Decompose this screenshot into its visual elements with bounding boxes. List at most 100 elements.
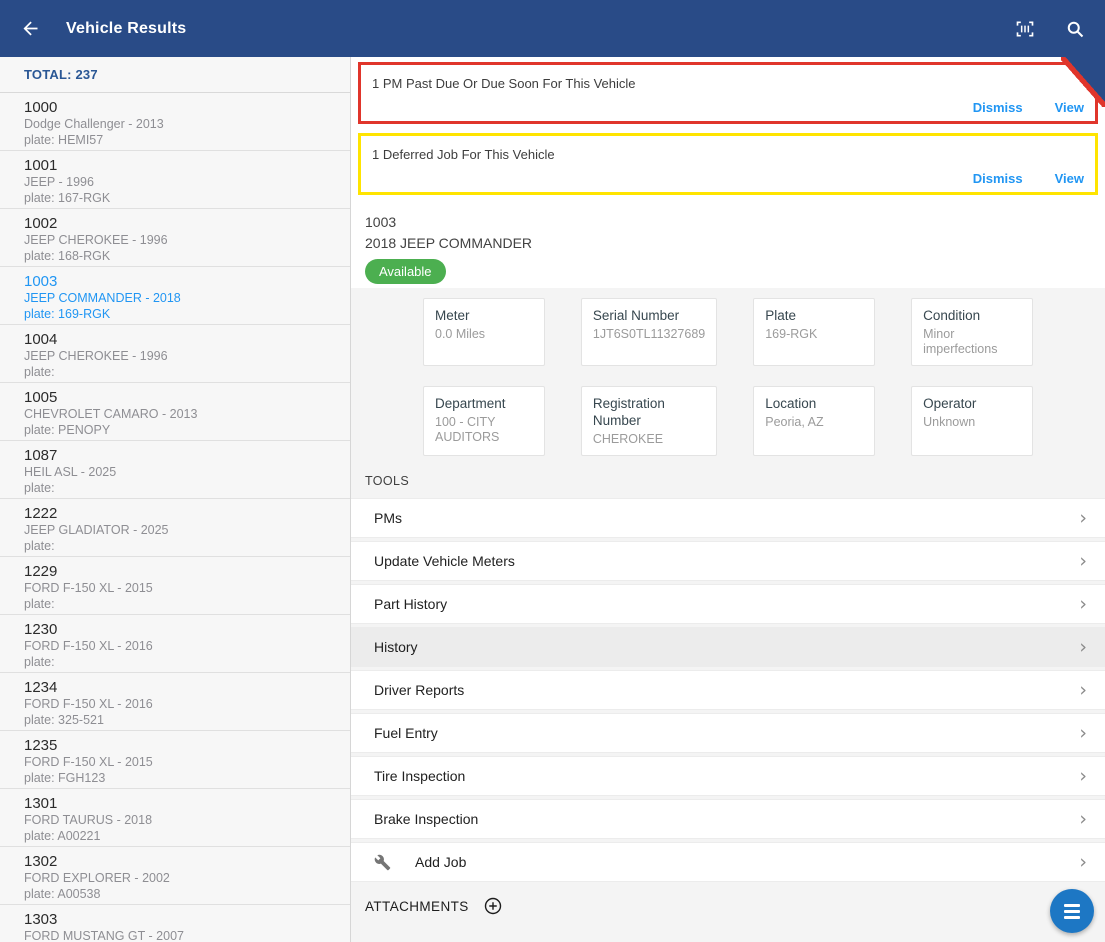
add-attachment-button[interactable] xyxy=(483,896,503,916)
list-item-1005[interactable]: 1005 CHEVROLET CAMARO - 2013 plate: PENO… xyxy=(0,383,350,441)
search-icon xyxy=(1067,21,1084,37)
detail-top-section: 1 PM Past Due Or Due Soon For This Vehic… xyxy=(351,57,1105,288)
tool-row-tire-inspection[interactable]: Tire Inspection xyxy=(351,756,1105,796)
tool-label: Add Job xyxy=(415,854,467,870)
list-item-1000[interactable]: 1000 Dodge Challenger - 2013 plate: HEMI… xyxy=(0,93,350,151)
vehicle-plate: plate: PENOPY xyxy=(24,423,111,437)
info-card-location: Location Peoria, AZ xyxy=(753,386,876,456)
tool-row-part-history[interactable]: Part History xyxy=(351,584,1105,624)
vehicle-plate: plate: A00221 xyxy=(24,829,101,843)
list-item-1229[interactable]: 1229 FORD F-150 XL - 2015 plate: xyxy=(0,557,350,615)
view-link[interactable]: View xyxy=(1055,171,1084,186)
vehicle-plate: plate: A00538 xyxy=(24,887,101,901)
vehicle-id: 1002 xyxy=(24,215,58,232)
vehicle-results-sidebar: TOTAL: 237 1000 Dodge Challenger - 2013 … xyxy=(0,57,351,942)
list-item-1003-selected[interactable]: 1003 JEEP COMMANDER - 2018 plate: 169-RG… xyxy=(0,267,350,325)
list-item-1087[interactable]: 1087 HEIL ASL - 2025 plate: xyxy=(0,441,350,499)
vehicle-desc: FORD F-150 XL - 2015 xyxy=(24,755,153,769)
plus-circle-icon xyxy=(484,897,501,915)
chevron-right-icon xyxy=(1079,767,1087,786)
status-badge: Available xyxy=(365,259,446,284)
list-item-1002[interactable]: 1002 JEEP CHEROKEE - 1996 plate: 168-RGK xyxy=(0,209,350,267)
back-arrow-icon xyxy=(23,21,37,36)
barcode-scan-button[interactable] xyxy=(1013,17,1037,41)
vehicle-desc: FORD F-150 XL - 2015 xyxy=(24,581,153,595)
tool-label: PMs xyxy=(374,510,402,526)
results-total: TOTAL: 237 xyxy=(0,57,350,93)
fab-menu-button[interactable] xyxy=(1050,889,1094,933)
tool-row-history[interactable]: History xyxy=(351,627,1105,667)
vehicle-desc: JEEP COMMANDER - 2018 xyxy=(24,291,181,305)
card-label: Plate xyxy=(765,308,797,323)
vehicle-plate: plate: xyxy=(24,539,55,553)
vehicle-header: 1003 2018 JEEP COMMANDER Available xyxy=(358,204,1098,288)
card-label: Condition xyxy=(923,308,981,323)
info-card-meter: Meter 0.0 Miles xyxy=(423,298,545,366)
wrench-icon xyxy=(374,853,392,871)
barcode-scan-icon xyxy=(1016,21,1034,36)
alert-text: 1 Deferred Job For This Vehicle xyxy=(372,147,555,162)
vehicle-plate: plate: xyxy=(24,481,55,495)
vehicle-plate: plate: xyxy=(24,597,55,611)
list-item-1222[interactable]: 1222 JEEP GLADIATOR - 2025 plate: xyxy=(0,499,350,557)
list-item-1004[interactable]: 1004 JEEP CHEROKEE - 1996 plate: xyxy=(0,325,350,383)
page-title: Vehicle Results xyxy=(66,19,187,37)
vehicle-desc: JEEP - 1996 xyxy=(24,175,94,189)
tool-row-update-vehicle-meters[interactable]: Update Vehicle Meters xyxy=(351,541,1105,581)
list-item-1001[interactable]: 1001 JEEP - 1996 plate: 167-RGK xyxy=(0,151,350,209)
info-card-registration-number: Registration Number CHEROKEE xyxy=(580,386,718,456)
search-button[interactable] xyxy=(1063,17,1087,41)
attachments-label: ATTACHMENTS xyxy=(365,898,469,914)
card-value: Peoria, AZ xyxy=(765,415,824,429)
vehicle-plate: plate: FGH123 xyxy=(24,771,106,785)
chevron-right-icon xyxy=(1079,509,1087,528)
vehicle-plate: plate: xyxy=(24,365,55,379)
tool-row-pms[interactable]: PMs xyxy=(351,498,1105,538)
info-card-plate: Plate 169-RGK xyxy=(753,298,876,366)
vehicle-desc: FORD EXPLORER - 2002 xyxy=(24,871,170,885)
content-area: TOTAL: 237 1000 Dodge Challenger - 2013 … xyxy=(0,57,1105,942)
vehicle-id: 1004 xyxy=(24,331,58,348)
vehicle-id: 1302 xyxy=(24,853,58,870)
vehicle-desc: Dodge Challenger - 2013 xyxy=(24,117,164,131)
card-value: CHEROKEE xyxy=(592,432,664,446)
tool-row-brake-inspection[interactable]: Brake Inspection xyxy=(351,799,1105,839)
top-app-bar: Vehicle Results xyxy=(0,0,1105,57)
card-value: Minor imperfections xyxy=(923,327,998,356)
vehicle-plate: plate: 167-RGK xyxy=(24,191,111,205)
vehicle-id: 1301 xyxy=(24,795,58,812)
info-card-condition: Condition Minor imperfections xyxy=(911,298,1033,366)
tool-row-driver-reports[interactable]: Driver Reports xyxy=(351,670,1105,710)
list-item-1235[interactable]: 1235 FORD F-150 XL - 2015 plate: FGH123 xyxy=(0,731,350,789)
card-label: Meter xyxy=(435,308,470,323)
vehicle-list: 1000 Dodge Challenger - 2013 plate: HEMI… xyxy=(0,93,350,942)
vehicle-id: 1001 xyxy=(24,157,58,174)
card-value: 1JT6S0TL11327689 xyxy=(592,327,706,341)
list-item-1234[interactable]: 1234 FORD F-150 XL - 2016 plate: 325-521 xyxy=(0,673,350,731)
menu-icon xyxy=(1064,903,1080,919)
vehicle-id: 1087 xyxy=(24,447,58,464)
dismiss-link[interactable]: Dismiss xyxy=(973,171,1023,186)
tool-label: Tire Inspection xyxy=(374,768,466,784)
info-card-operator: Operator Unknown xyxy=(911,386,1033,456)
card-label: Registration Number xyxy=(592,396,665,428)
tool-row-add-job[interactable]: Add Job xyxy=(351,842,1105,882)
list-item-1230[interactable]: 1230 FORD F-150 XL - 2016 plate: xyxy=(0,615,350,673)
vehicle-id: 1229 xyxy=(24,563,58,580)
list-item-1303[interactable]: 1303 FORD MUSTANG GT - 2007 xyxy=(0,905,350,942)
card-label: Department xyxy=(435,396,506,411)
vehicle-id: 1230 xyxy=(24,621,58,638)
list-item-1301[interactable]: 1301 FORD TAURUS - 2018 plate: A00221 xyxy=(0,789,350,847)
alert-deferred-job: 1 Deferred Job For This Vehicle Dismiss … xyxy=(358,133,1098,195)
vehicle-id: 1235 xyxy=(24,737,58,754)
dismiss-link[interactable]: Dismiss xyxy=(973,100,1023,115)
back-button[interactable] xyxy=(18,17,42,41)
vehicle-desc: CHEVROLET CAMARO - 2013 xyxy=(24,407,198,421)
list-item-1302[interactable]: 1302 FORD EXPLORER - 2002 plate: A00538 xyxy=(0,847,350,905)
vehicle-plate: plate: 169-RGK xyxy=(24,307,111,321)
chevron-right-icon xyxy=(1079,853,1087,872)
vehicle-id: 1303 xyxy=(24,911,58,928)
view-link[interactable]: View xyxy=(1055,100,1084,115)
vehicle-id: 1234 xyxy=(24,679,58,696)
tool-row-fuel-entry[interactable]: Fuel Entry xyxy=(351,713,1105,753)
